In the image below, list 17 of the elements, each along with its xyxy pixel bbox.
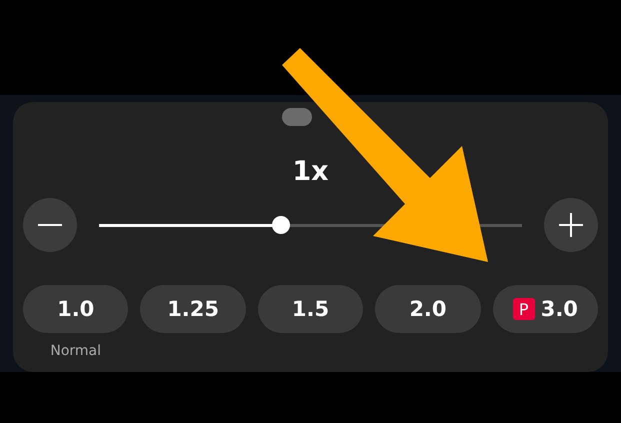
preset-label: 2.0 — [409, 297, 447, 321]
minus-icon — [38, 224, 62, 226]
preset-label: 1.5 — [292, 297, 330, 321]
speed-preset[interactable]: 2.0 — [375, 285, 481, 333]
preset-caption: Normal — [50, 343, 102, 359]
preset-label: 3.0 — [540, 297, 578, 321]
premium-badge: P — [512, 298, 535, 320]
plus-icon — [558, 212, 584, 238]
drag-handle[interactable] — [282, 108, 312, 126]
speed-preset[interactable]: P 3.0 — [492, 285, 598, 333]
preset-label: 1.25 — [167, 297, 220, 321]
speed-value: 1x — [292, 156, 329, 188]
slider-thumb[interactable] — [272, 216, 290, 234]
speed-preset[interactable]: 1.5 — [258, 285, 364, 333]
preset-label: 1.0 — [57, 297, 94, 321]
speed-preset[interactable]: 1.25 — [140, 285, 246, 333]
speed-preset[interactable]: 1.0 — [23, 285, 128, 333]
